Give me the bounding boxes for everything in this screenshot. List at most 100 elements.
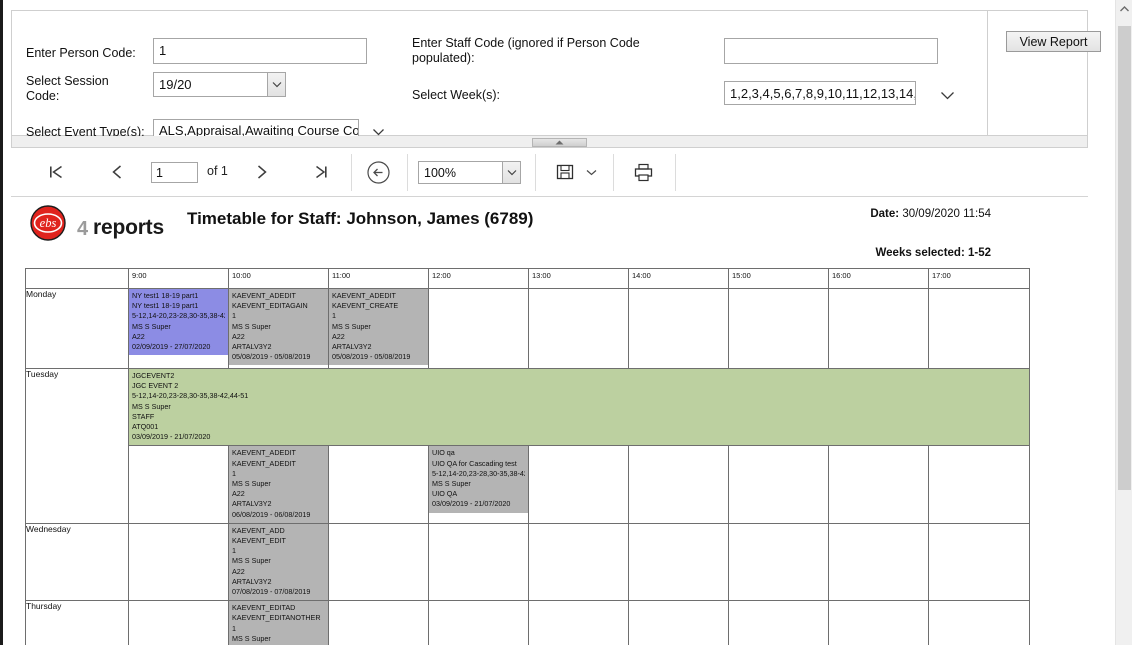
cell-tuesday-14[interactable] [628, 445, 729, 524]
cell-thursday-17[interactable] [928, 600, 1030, 645]
cell-tuesday-13[interactable] [528, 445, 629, 524]
cell-tuesday-allday[interactable]: JGCEVENT2 JGC EVENT 2 5-12,14-20,23-28,30-… [128, 367, 1030, 447]
page-number-input[interactable]: 1 [151, 162, 198, 183]
event-line: A22 [232, 489, 245, 499]
event-line: 1 [232, 468, 236, 478]
event-block[interactable]: KAEVENT_ADD KAEVENT_EDIT 1 MS S Super A22 ART… [229, 524, 328, 600]
print-button[interactable] [628, 148, 659, 196]
cell-wednesday-10[interactable]: KAEVENT_ADD KAEVENT_EDIT 1 MS S Super A22 ART… [228, 522, 329, 602]
event-block[interactable]: JGCEVENT2 JGC EVENT 2 5-12,14-20,23-28,30-… [129, 369, 1029, 445]
cell-monday-9[interactable]: NY test1 18-19 part1 NY test1 18-19 part… [128, 288, 229, 369]
cell-tuesday-9[interactable] [128, 445, 229, 524]
cell-wednesday-17[interactable] [928, 522, 1030, 602]
event-block[interactable]: KAEVENT_ADEDIT KAEVENT_EDITAGAIN 1 MS S Sup… [229, 289, 328, 366]
print-icon [634, 163, 653, 181]
cell-monday-14[interactable] [628, 288, 729, 369]
chevron-down-icon [586, 169, 596, 175]
cell-monday-17[interactable] [928, 288, 1030, 369]
event-line: 02/09/2019 - 27/07/2020 [132, 342, 211, 352]
view-report-button[interactable]: View Report [1006, 31, 1101, 52]
cell-wednesday-15[interactable] [728, 522, 829, 602]
event-line: ATQ001 [132, 422, 159, 432]
day-label-tuesday: Tuesday [25, 368, 129, 524]
cell-tuesday-10[interactable]: KAEVENT_ADEDIT KAEVENT_ADEDIT 1 MS S Super A… [228, 445, 329, 524]
report-toolbar: 1 of 1 100% [11, 148, 1088, 197]
cell-monday-10[interactable]: KAEVENT_ADEDIT KAEVENT_EDITAGAIN 1 MS S Sup… [228, 288, 329, 369]
table-row: KAEVENT_ADEDIT KAEVENT_ADEDIT 1 MS S Super A… [26, 445, 1030, 524]
event-line: JGC EVENT 2 [132, 381, 179, 391]
event-line: JGCEVENT2 [132, 371, 175, 380]
cell-tuesday-12[interactable]: UIO qa UIO QA for Cascading test 5-12,14-2… [428, 445, 529, 524]
toolbar-separator-3 [535, 154, 536, 191]
zoom-value: 100% [424, 165, 456, 180]
event-block[interactable]: NY test1 18-19 part1 NY test1 18-19 part… [129, 289, 228, 356]
person-code-input[interactable]: 1 [153, 38, 367, 64]
event-block[interactable]: UIO qa UIO QA for Cascading test 5-12,14-2… [429, 446, 528, 513]
scroll-up-button[interactable] [1116, 0, 1132, 17]
cell-wednesday-16[interactable] [828, 522, 929, 602]
zoom-chevron-down-icon[interactable] [502, 162, 520, 183]
cell-thursday-14[interactable] [628, 600, 729, 645]
session-code-value: 19/20 [159, 77, 192, 92]
cell-thursday-15[interactable] [728, 600, 829, 645]
export-button[interactable] [551, 148, 579, 196]
cell-monday-15[interactable] [728, 288, 829, 369]
event-line: MS S Super [232, 321, 271, 331]
cell-monday-11[interactable]: KAEVENT_ADEDIT KAEVENT_CREATE 1 MS S Super A… [328, 288, 429, 369]
previous-page-button[interactable] [101, 148, 133, 196]
first-page-button[interactable] [39, 148, 73, 196]
cell-monday-13[interactable] [528, 288, 629, 369]
cell-wednesday-12[interactable] [428, 522, 529, 602]
cell-wednesday-11[interactable] [328, 522, 429, 602]
event-line: STAFF [132, 411, 155, 421]
cell-thursday-10[interactable]: KAEVENT_EDITAD KAEVENT_EDITANOTHER 1 MS S S… [228, 600, 329, 645]
event-line: 1 [232, 623, 236, 633]
scrollbar-thumb[interactable] [1118, 26, 1131, 490]
staff-code-input[interactable] [724, 38, 938, 64]
weeks-chevron-down-icon[interactable] [937, 85, 957, 105]
zoom-select[interactable]: 100% [418, 161, 521, 184]
last-page-button[interactable] [305, 148, 337, 196]
cell-monday-16[interactable] [828, 288, 929, 369]
day-label-wednesday: Wednesday [25, 522, 129, 602]
event-block[interactable]: KAEVENT_EDITAD KAEVENT_EDITANOTHER 1 MS S S… [229, 601, 328, 645]
report-date: Date: 30/09/2020 11:54 [870, 208, 991, 220]
event-line: 06/08/2019 - 06/08/2019 [232, 509, 311, 519]
report-date-label: Date: [870, 208, 900, 220]
cell-tuesday-17[interactable] [928, 445, 1030, 524]
chevron-up-icon [555, 140, 564, 145]
event-block[interactable]: KAEVENT_ADEDIT KAEVENT_ADEDIT 1 MS S Super A… [229, 446, 328, 523]
event-line: KAEVENT_EDITANOTHER [232, 613, 321, 623]
time-header-17: 17:00 [928, 268, 1030, 289]
cell-thursday-16[interactable] [828, 600, 929, 645]
back-to-parent-button[interactable] [361, 148, 395, 196]
next-page-button[interactable] [247, 148, 277, 196]
cell-thursday-13[interactable] [528, 600, 629, 645]
cell-tuesday-15[interactable] [728, 445, 829, 524]
cell-thursday-12[interactable] [428, 600, 529, 645]
collapse-parameters-handle[interactable] [532, 138, 587, 147]
event-line: 03/09/2019 - 21/07/2020 [432, 499, 511, 509]
vertical-scrollbar[interactable] [1115, 0, 1132, 645]
event-line: MS S Super [432, 479, 471, 489]
cell-wednesday-14[interactable] [628, 522, 729, 602]
time-header-11: 11:00 [328, 268, 429, 289]
cell-wednesday-13[interactable] [528, 522, 629, 602]
time-header-13: 13:00 [528, 268, 629, 289]
weeks-select[interactable]: 1,2,3,4,5,6,7,8,9,10,11,12,13,14,15, [724, 81, 916, 105]
cell-thursday-9[interactable] [128, 600, 229, 645]
parameters-fields-area: Enter Person Code: 1 Select Session Code… [12, 11, 987, 142]
brand-number: 4 [77, 218, 89, 240]
chevron-down-icon[interactable] [267, 73, 285, 96]
session-code-select[interactable]: 19/20 [153, 72, 286, 97]
event-line: 05/08/2019 - 05/08/2019 [232, 352, 311, 362]
export-dropdown-button[interactable] [581, 148, 601, 196]
event-block[interactable]: KAEVENT_ADEDIT KAEVENT_CREATE 1 MS S Super A… [329, 289, 428, 366]
cell-tuesday-16[interactable] [828, 445, 929, 524]
cell-monday-12[interactable] [428, 288, 529, 369]
table-row: Thursday KAEVENT_EDITAD KAEVENT_EDITANOTH… [25, 600, 1030, 645]
cell-thursday-11[interactable] [328, 600, 429, 645]
cell-tuesday-11[interactable] [328, 445, 429, 524]
timetable-header-row: 9:00 10:00 11:00 12:00 13:00 14:00 15:00… [25, 268, 1030, 289]
cell-wednesday-9[interactable] [128, 522, 229, 602]
